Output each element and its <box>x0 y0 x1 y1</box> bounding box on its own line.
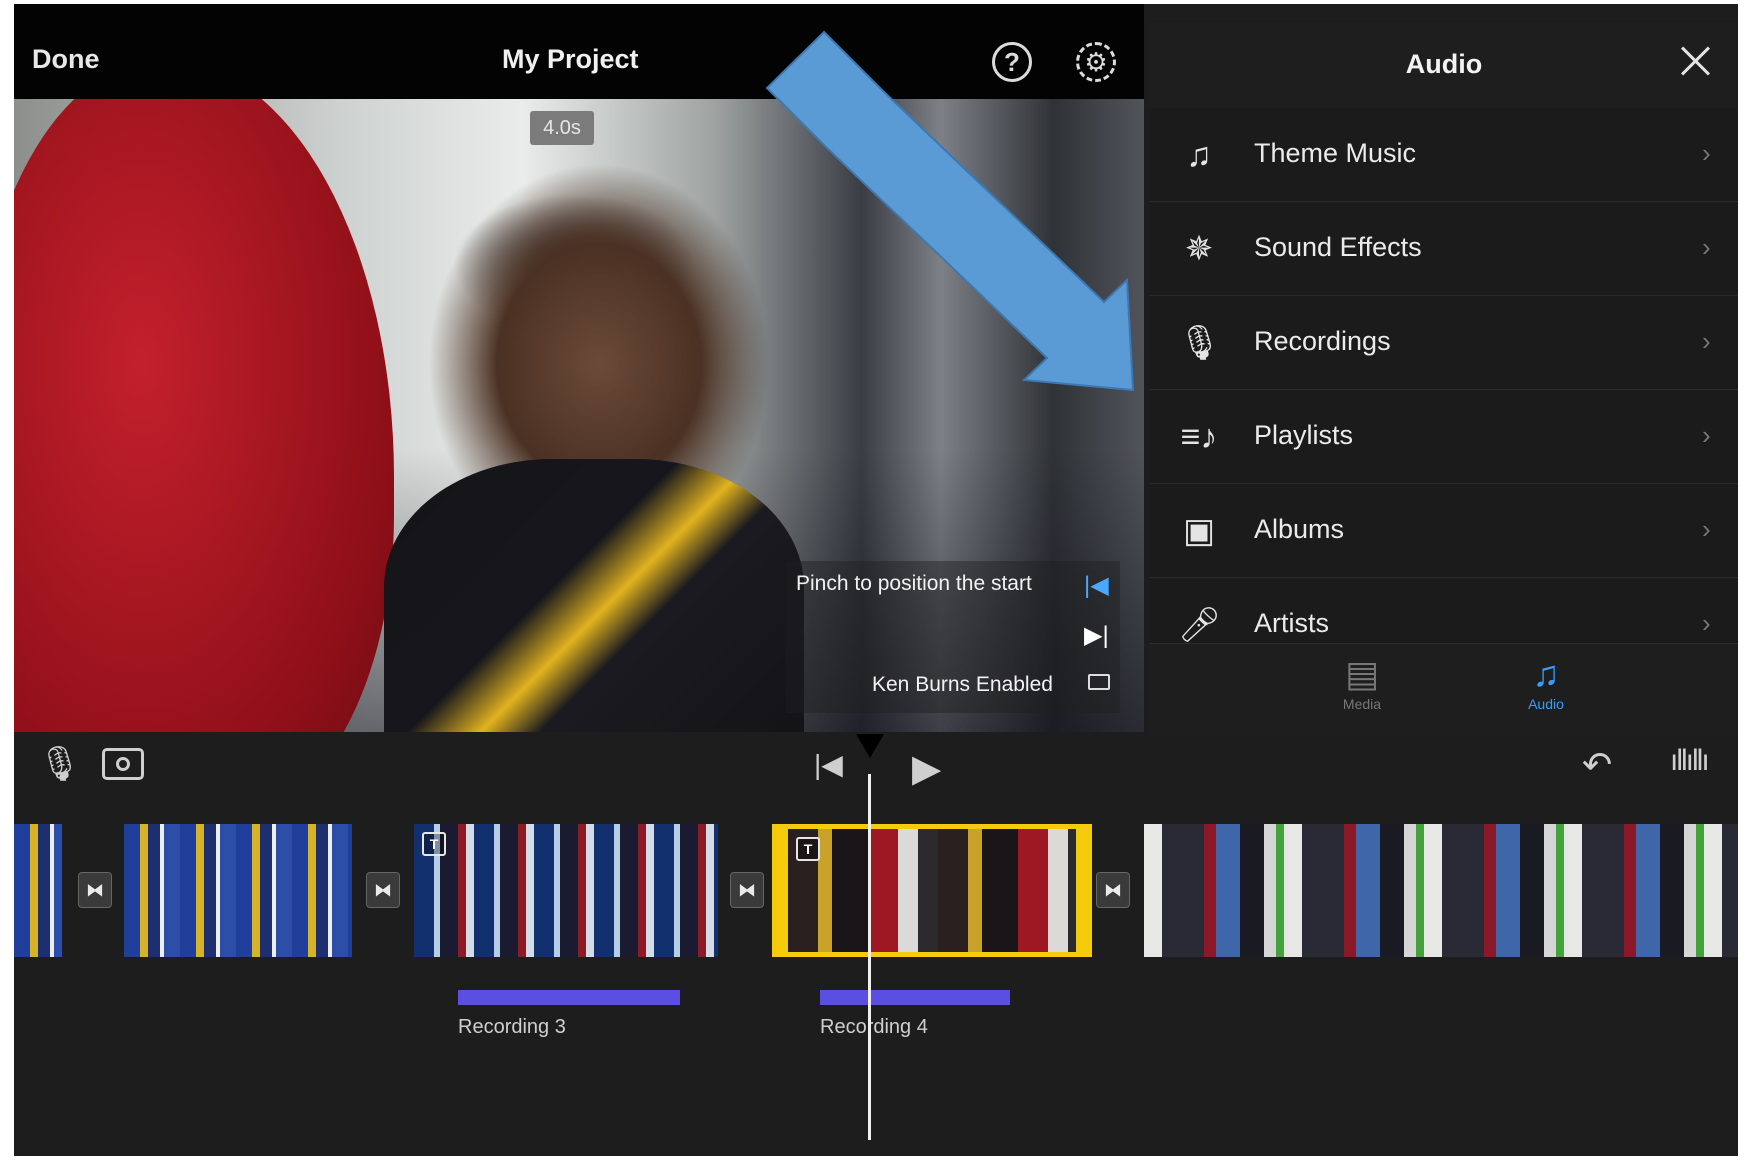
imovie-window: Done My Project ? ⚙ 4.0s Pinch to positi… <box>14 4 1738 1156</box>
arrow-shape <box>765 30 1135 392</box>
callout-arrow <box>765 30 1135 392</box>
